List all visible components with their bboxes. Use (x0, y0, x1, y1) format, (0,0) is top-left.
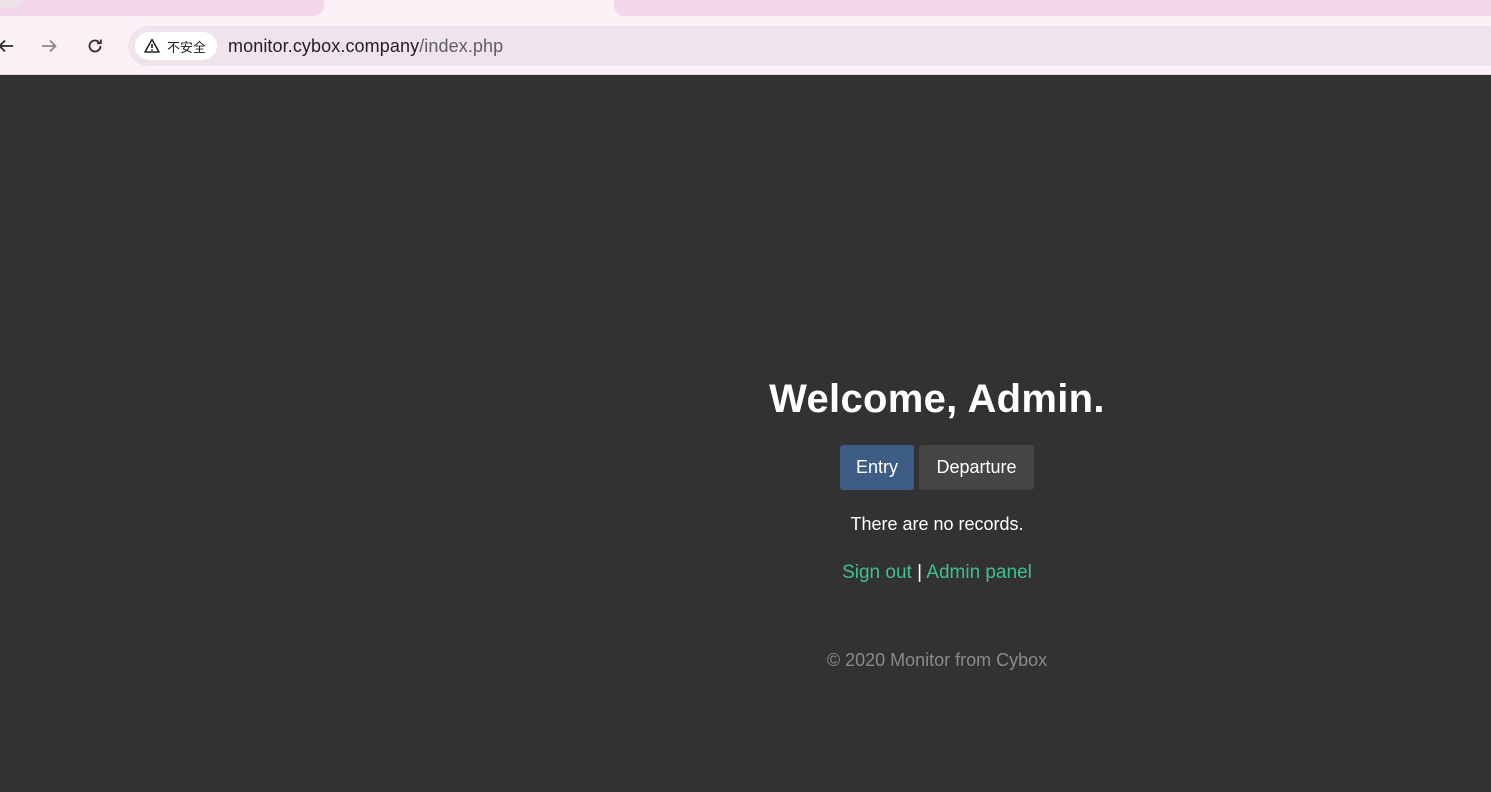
address-bar[interactable]: 不安全 monitor.cybox.company/index.php (128, 26, 1491, 66)
arrow-right-icon (42, 39, 57, 53)
footer-copyright: © 2020 Monitor from Cybox (826, 650, 1048, 670)
security-indicator[interactable]: 不安全 (135, 32, 217, 60)
link-separator: | (911, 562, 927, 583)
arrow-left-icon (0, 39, 13, 53)
back-button[interactable] (0, 32, 20, 60)
departure-button[interactable]: Departure (919, 445, 1034, 490)
account-links: Sign out | Admin panel (842, 562, 1032, 584)
url-path: /index.php (419, 36, 504, 56)
welcome-heading: Welcome, Admin. (769, 377, 1105, 422)
entry-button[interactable]: Entry (840, 445, 914, 490)
warning-icon (144, 38, 160, 53)
reload-icon (88, 39, 102, 53)
reload-button[interactable] (81, 32, 109, 60)
action-buttons: Entry Departure (840, 445, 1034, 490)
admin-panel-link[interactable]: Admin panel (926, 562, 1032, 583)
sign-out-link[interactable]: Sign out (842, 562, 912, 583)
browser-toolbar: 不安全 monitor.cybox.company/index.php (0, 24, 1491, 74)
url-text[interactable]: monitor.cybox.company/index.php (228, 36, 503, 57)
tab-strip (0, 0, 1491, 24)
browser-tab[interactable] (614, 0, 1491, 16)
url-host: monitor.cybox.company (228, 36, 420, 56)
browser-tab[interactable] (0, 0, 324, 16)
page-content: Welcome, Admin. Entry Departure There ar… (0, 75, 1491, 792)
no-records-message: There are no records. (850, 514, 1024, 534)
welcome-name: Admin. (967, 377, 1105, 421)
forward-button[interactable] (35, 32, 63, 60)
security-label: 不安全 (167, 40, 207, 56)
tab-edge (0, 0, 20, 8)
welcome-prefix: Welcome, (769, 377, 968, 421)
